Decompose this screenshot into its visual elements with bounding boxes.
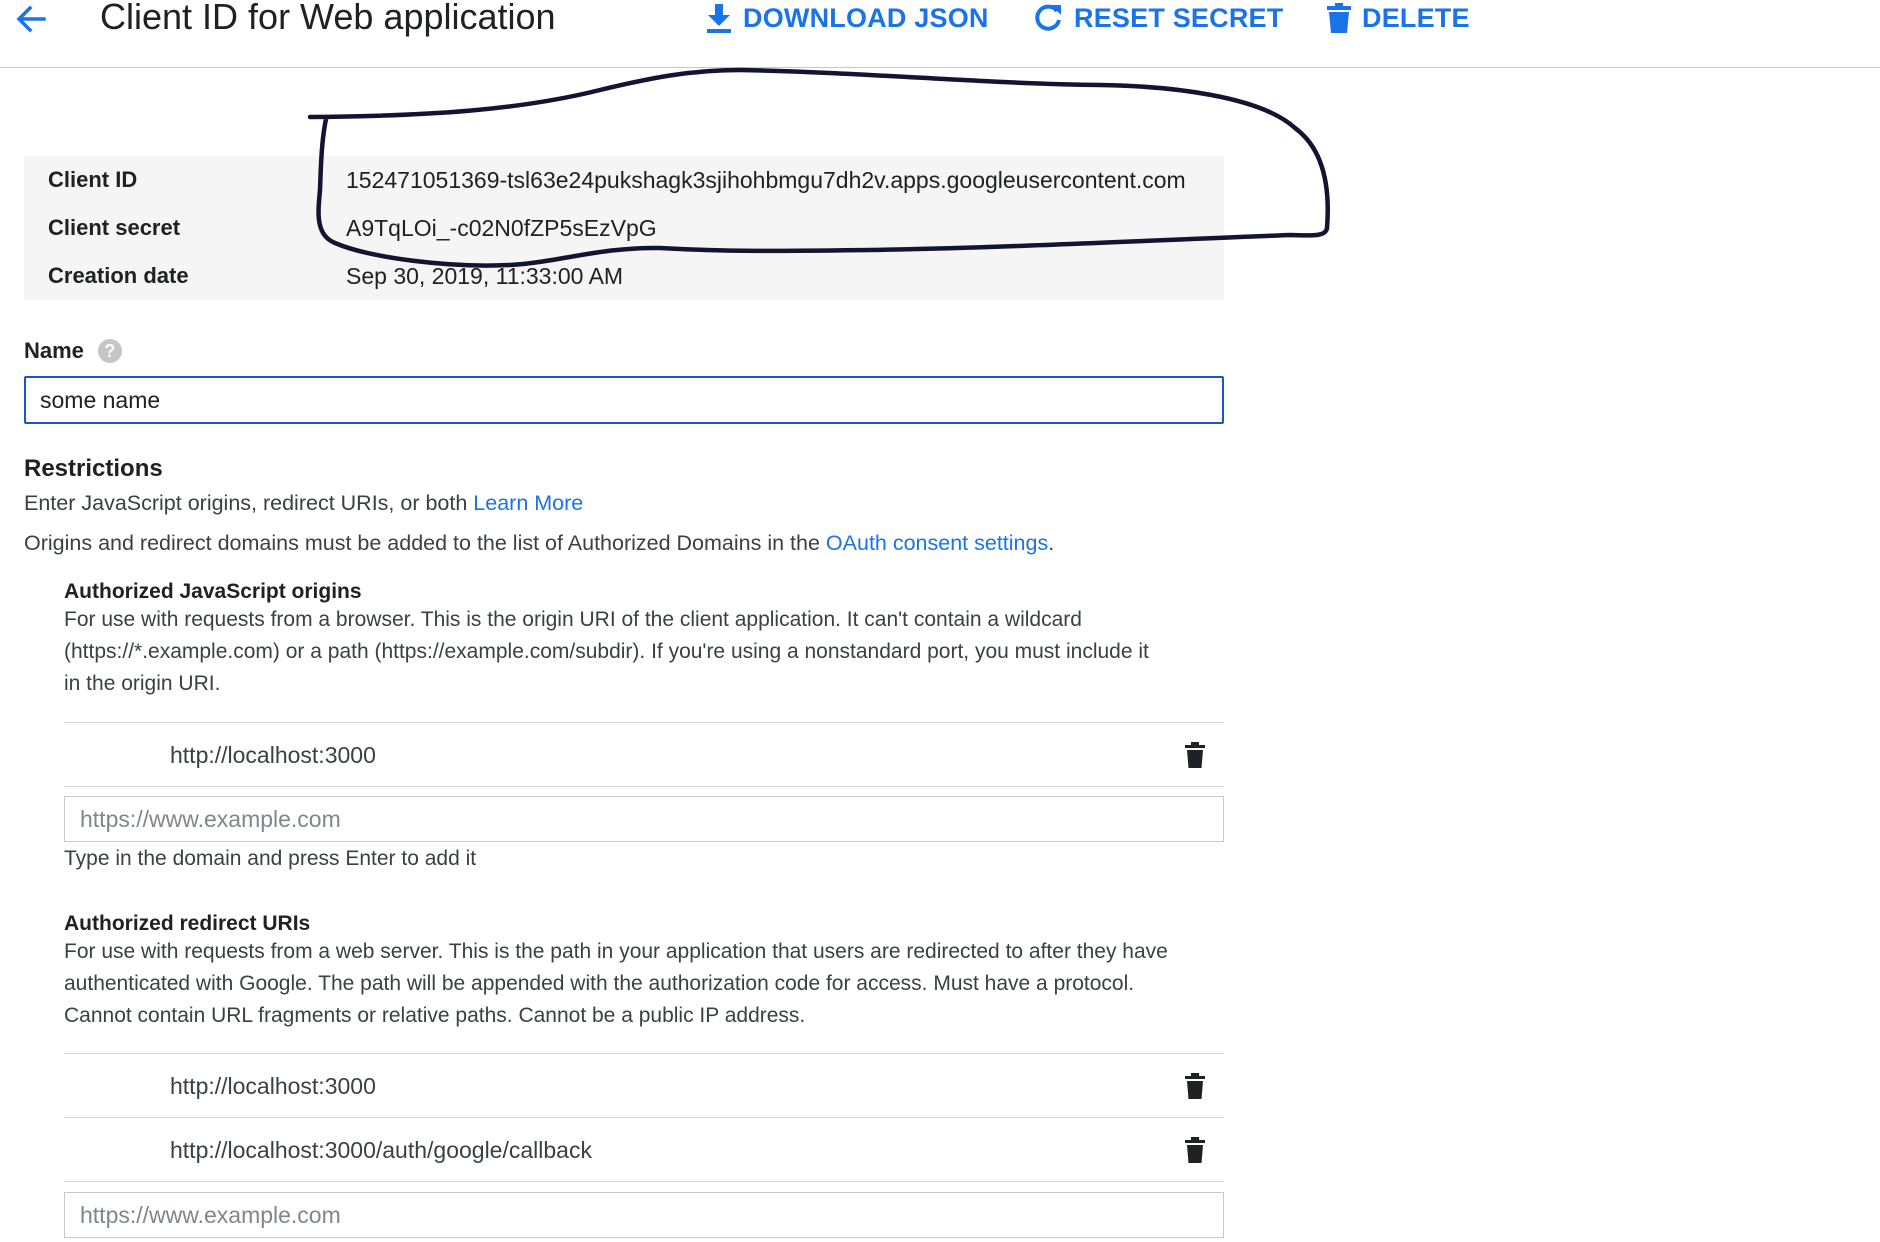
- redirect-desc-line: Cannot contain URL fragments or relative…: [64, 1004, 806, 1027]
- redirect-desc-line: authenticated with Google. The path will…: [64, 972, 1135, 995]
- js-origins-title: Authorized JavaScript origins: [64, 580, 362, 603]
- trash-icon[interactable]: [1184, 741, 1206, 769]
- help-icon[interactable]: ?: [97, 339, 122, 363]
- client-details-table: Client ID 152471051369-tsl63e24pukshagk3…: [24, 156, 1224, 300]
- refresh-icon: [1035, 4, 1061, 31]
- client-secret-value: A9TqLOi_-c02N0fZP5sEzVpG: [346, 214, 657, 241]
- restrictions-intro-text: Enter JavaScript origins, redirect URIs,…: [24, 491, 468, 515]
- oauth-consent-settings-link[interactable]: OAuth consent settings: [826, 531, 1048, 555]
- trash-icon[interactable]: [1184, 1072, 1206, 1100]
- client-id-label: Client ID: [48, 167, 138, 192]
- restrictions-intro: Enter JavaScript origins, redirect URIs,…: [24, 487, 583, 519]
- client-id-value: 152471051369-tsl63e24pukshagk3sjihohbmgu…: [346, 166, 1186, 193]
- restrictions-title: Restrictions: [24, 455, 163, 482]
- js-origin-hint: Type in the domain and press Enter to ad…: [64, 847, 477, 870]
- name-input[interactable]: [24, 376, 1224, 424]
- js-origin-row: http://localhost:3000: [64, 722, 1224, 787]
- page-title: Client ID for Web application: [100, 0, 556, 37]
- js-origins-desc-line: For use with requests from a browser. Th…: [64, 608, 1082, 631]
- reset-secret-label: RESET SECRET: [1074, 2, 1284, 33]
- redirect-uri: http://localhost:3000/auth/google/callba…: [170, 1136, 592, 1163]
- client-secret-label: Client secret: [48, 215, 181, 240]
- js-origins-desc-line: in the origin URI.: [64, 672, 221, 695]
- name-label-text: Name: [24, 338, 84, 363]
- client-secret-row: Client secret A9TqLOi_-c02N0fZP5sEzVpG: [24, 204, 1224, 252]
- divider: [64, 786, 1224, 787]
- redirect-desc-line: For use with requests from a web server.…: [64, 940, 1168, 963]
- js-origins-description: For use with requests from a browser. Th…: [64, 604, 1149, 700]
- name-field-label: Name ?: [24, 338, 122, 364]
- download-json-label: DOWNLOAD JSON: [743, 2, 989, 33]
- redirect-uris-title: Authorized redirect URIs: [64, 912, 311, 935]
- learn-more-link[interactable]: Learn More: [473, 491, 583, 515]
- arrow-left-icon: [16, 5, 46, 33]
- download-icon: [707, 4, 731, 33]
- client-id-row: Client ID 152471051369-tsl63e24pukshagk3…: [24, 156, 1224, 204]
- redirect-uri-input[interactable]: [64, 1192, 1224, 1238]
- redirect-uris-description: For use with requests from a web server.…: [64, 936, 1168, 1032]
- redirect-uri-row: http://localhost:3000: [64, 1053, 1224, 1118]
- redirect-uri-row: http://localhost:3000/auth/google/callba…: [64, 1117, 1224, 1182]
- js-origin-input[interactable]: [64, 796, 1224, 842]
- download-json-button[interactable]: DOWNLOAD JSON: [705, 0, 989, 38]
- trash-icon: [1327, 3, 1351, 33]
- creation-date-label: Creation date: [48, 263, 189, 288]
- reset-secret-button[interactable]: RESET SECRET: [1032, 0, 1283, 38]
- js-origins-desc-line: (https://*.example.com) or a path (https…: [64, 640, 1149, 663]
- divider: [64, 1181, 1224, 1182]
- trash-icon[interactable]: [1184, 1136, 1206, 1164]
- note-period: .: [1048, 531, 1055, 555]
- redirect-uri: http://localhost:3000: [170, 1072, 376, 1099]
- creation-date-value: Sep 30, 2019, 11:33:00 AM: [346, 262, 624, 289]
- delete-label: DELETE: [1362, 2, 1470, 33]
- delete-button[interactable]: DELETE: [1326, 0, 1470, 38]
- authorized-domains-text: Origins and redirect domains must be add…: [24, 531, 820, 555]
- back-button[interactable]: [10, 0, 54, 40]
- creation-date-row: Creation date Sep 30, 2019, 11:33:00 AM: [24, 252, 1224, 300]
- authorized-domains-note: Origins and redirect domains must be add…: [24, 527, 1054, 559]
- top-bar: Client ID for Web application DOWNLOAD J…: [0, 0, 1880, 68]
- js-origin-uri: http://localhost:3000: [170, 741, 376, 768]
